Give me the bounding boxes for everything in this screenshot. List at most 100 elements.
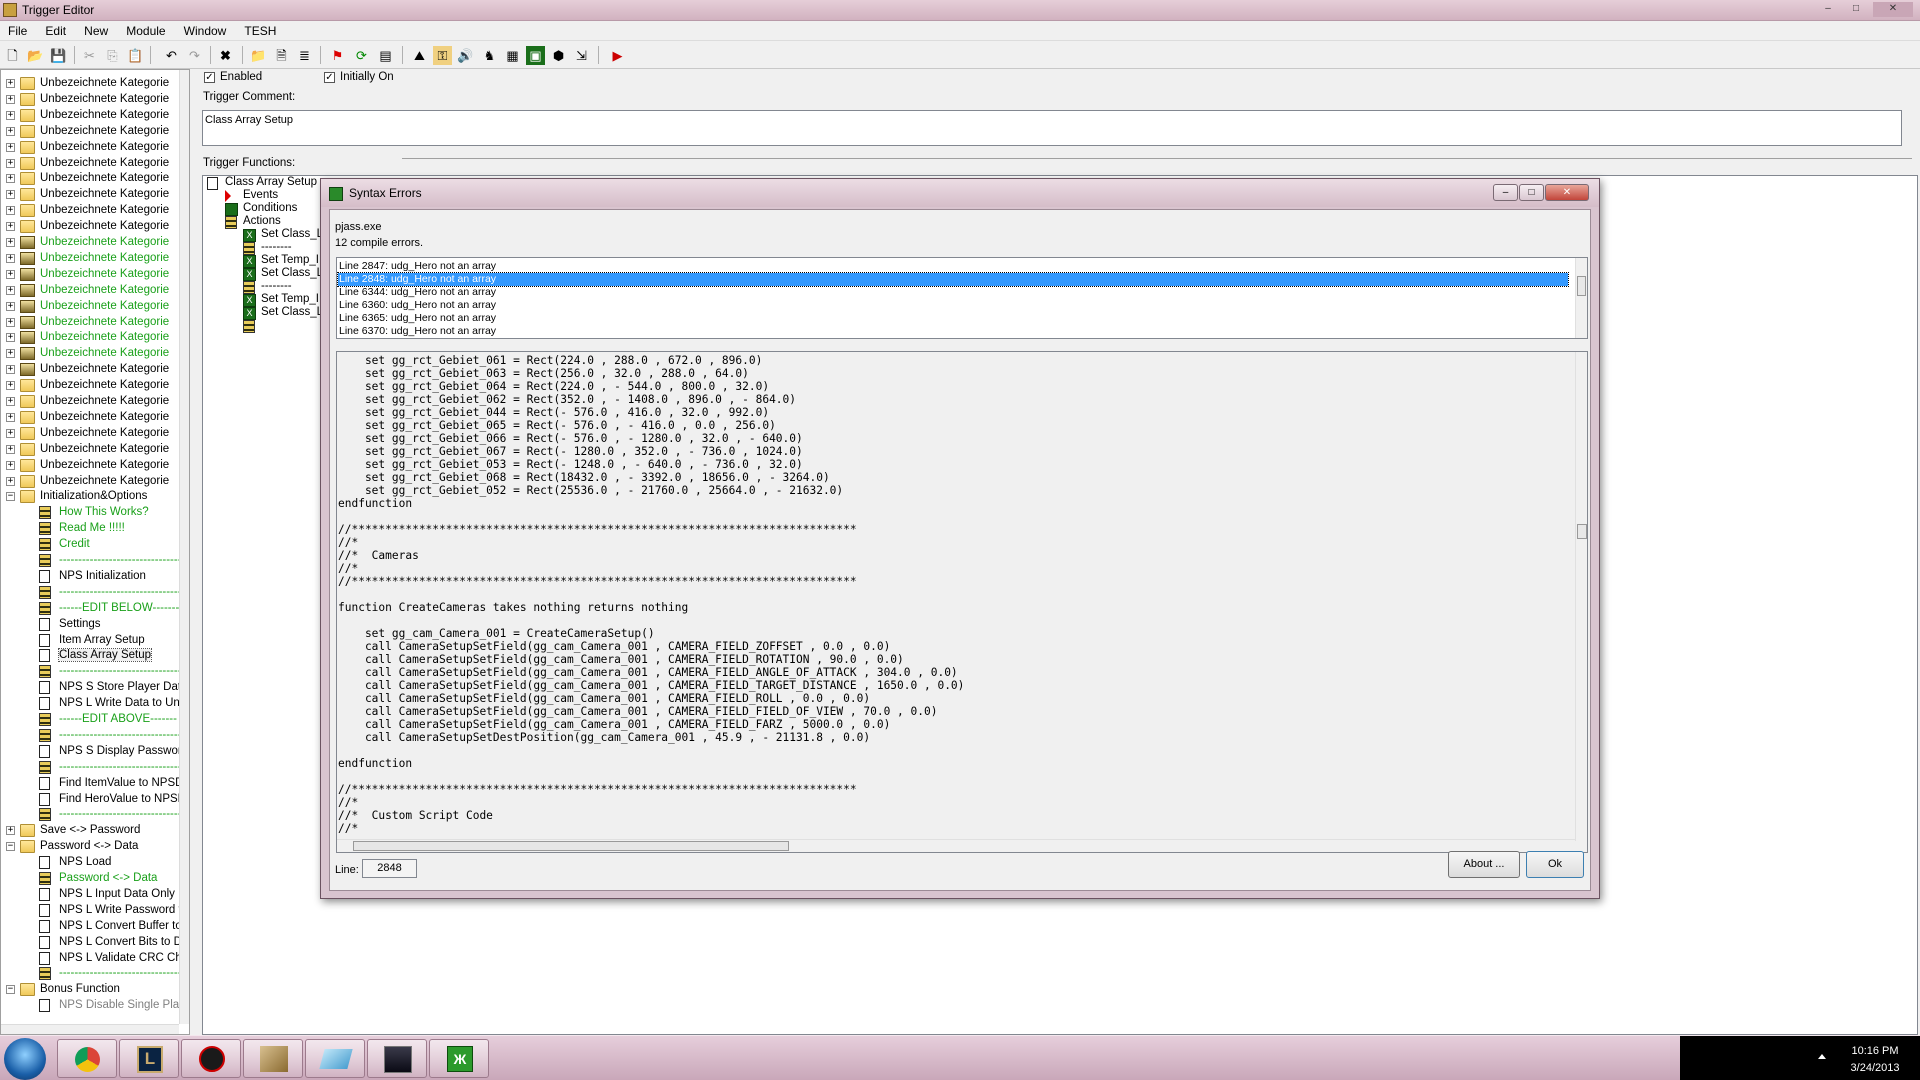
new-condition-icon[interactable]: ⟳ [352,46,371,65]
expand-icon[interactable]: + [6,826,15,836]
tree-item[interactable]: Password <-> Data [1,871,179,887]
expand-icon[interactable]: + [6,158,15,168]
expand-icon[interactable]: + [6,397,15,406]
new-event-icon[interactable]: ⚑ [328,46,347,65]
tree-item[interactable]: NPS Initialization [1,569,179,585]
tree-item[interactable]: + Unbezeichnete Kategorie [1,346,179,362]
tree-item[interactable]: + Unbezeichnete Kategorie [1,362,179,378]
menu-window[interactable]: Window [176,21,234,41]
expand-icon[interactable]: + [6,126,15,136]
expand-icon[interactable]: + [6,301,15,311]
campaign-editor-icon[interactable]: ▦ [503,46,522,65]
taskbar-chrome[interactable] [57,1039,117,1078]
taskbar-league[interactable]: L [119,1039,179,1078]
tree-item[interactable]: + Unbezeichnete Kategorie [1,474,179,490]
collapse-icon[interactable]: − [6,985,15,995]
expand-icon[interactable]: + [6,142,15,152]
ai-editor-icon[interactable]: ▣ [526,46,545,65]
expand-icon[interactable]: + [6,190,15,200]
error-list[interactable]: Line 2847: udg_Hero not an array Line 284… [336,257,1588,339]
maximize-button[interactable]: □ [1845,2,1867,17]
expand-icon[interactable]: + [6,381,15,391]
tree-item[interactable]: NPS S Display Password [1,744,188,760]
tree-item[interactable]: NPS Load [1,855,179,871]
expand-icon[interactable]: + [6,476,15,486]
code-horizontal-scrollbar[interactable] [337,839,1575,852]
tree-item[interactable]: + Unbezeichnete Kategorie [1,458,179,474]
tree-item[interactable]: -------------------------------- [1,585,182,601]
expand-icon[interactable]: + [6,79,15,88]
close-button[interactable]: ✕ [1873,2,1913,17]
expand-icon[interactable]: + [6,206,15,216]
new-category-icon[interactable]: 📁 [249,46,268,65]
tree-item[interactable]: -------------------------------- [1,553,182,569]
taskbar-jass-helper[interactable]: Ж [429,1039,489,1078]
tree-item[interactable]: ------EDIT BELOW------- [1,601,179,617]
tree-item[interactable]: NPS L Write Password to [1,903,188,919]
expand-icon[interactable]: + [6,349,15,359]
error-item[interactable]: Line 6360: udg_Hero not an array [338,299,1568,312]
expand-icon[interactable]: + [6,269,15,279]
taskbar-game-client[interactable] [181,1039,241,1078]
tree-vertical-scrollbar[interactable] [179,70,189,1024]
tree-item[interactable]: -------------------------------- [1,966,182,982]
expand-icon[interactable]: + [6,174,15,184]
tree-item[interactable]: -------------------------------- [1,760,182,776]
tree-item[interactable]: Read Me !!!!! [1,521,179,537]
menu-edit[interactable]: Edit [37,21,73,41]
expand-icon[interactable]: + [6,222,15,232]
tree-item[interactable]: + Unbezeichnete Kategorie [1,203,179,219]
tree-item[interactable]: Item Array Setup [1,633,179,649]
error-item[interactable]: Line 6365: udg_Hero not an array [338,312,1568,325]
tree-item[interactable]: + Unbezeichnete Kategorie [1,156,179,172]
trigger-tree[interactable]: + Unbezeichnete Kategorie + Unbezeichnete K… [0,69,190,1035]
undo-icon[interactable]: ↶ [162,46,181,65]
tree-item[interactable]: + Unbezeichnete Kategorie [1,235,179,251]
tree-item[interactable]: Class Array Setup [1,648,179,664]
tree-item[interactable]: + Unbezeichnete Kategorie [1,378,179,394]
tree-item[interactable]: NPS L Validate CRC Che [1,951,188,967]
collapse-icon[interactable]: − [6,492,15,502]
tree-item[interactable]: + Unbezeichnete Kategorie [1,171,179,187]
tree-item[interactable]: − Initialization&Options [1,489,179,505]
expand-icon[interactable]: + [6,460,15,470]
tree-item[interactable]: + Unbezeichnete Kategorie [1,315,179,331]
dialog-close-button[interactable]: ✕ [1545,184,1589,201]
expand-icon[interactable]: + [6,238,15,247]
tree-item[interactable]: NPS S Store Player Data [1,680,187,696]
menu-module[interactable]: Module [118,21,172,41]
sound-editor-icon[interactable]: 🔊 [456,46,475,65]
error-item[interactable]: Line 6344: udg_Hero not an array [338,286,1568,299]
tree-item[interactable]: Settings [1,617,179,633]
line-number-field[interactable]: 2848 [362,859,417,878]
tree-item[interactable]: + Unbezeichnete Kategorie [1,219,179,235]
tree-item[interactable]: -------------------------------- [1,664,182,680]
cut-icon[interactable]: ✂ [80,46,99,65]
code-vertical-scrollbar[interactable] [1575,352,1587,841]
tree-item[interactable]: -------------------------------- [1,728,182,744]
tree-item[interactable]: + Unbezeichnete Kategorie [1,92,179,108]
show-hidden-icons-icon[interactable] [1818,1054,1826,1059]
error-item[interactable]: Line 2848: udg_Hero not an array [337,272,1569,287]
clock-time[interactable]: 10:16 PM [1845,1045,1905,1057]
tree-item[interactable]: NPS L Input Data Only [1,887,179,903]
tree-item[interactable]: + Unbezeichnete Kategorie [1,251,179,267]
code-text[interactable]: set gg_rct_Gebiet_061 = Rect(224.0 , 288… [338,354,1568,834]
redo-icon[interactable]: ↷ [185,46,204,65]
expand-icon[interactable]: + [6,94,15,104]
tree-item[interactable]: NPS L Write Data to Unit [1,696,186,712]
tree-item[interactable]: + Unbezeichnete Kategorie [1,187,179,203]
trigger-comment-field[interactable]: Class Array Setup [202,110,1902,146]
object-editor-icon[interactable]: ♞ [480,46,499,65]
tree-item[interactable]: Credit [1,537,179,553]
paste-icon[interactable]: 📋 [126,46,145,65]
expand-icon[interactable]: + [6,110,15,120]
clock-date[interactable]: 3/24/2013 [1845,1062,1905,1074]
tree-item[interactable]: How This Works? [1,505,179,521]
taskbar-warcraft[interactable] [367,1039,427,1078]
tree-item[interactable]: ------EDIT ABOVE------- [1,712,179,728]
new-comment-icon[interactable]: ≣ [295,46,314,65]
test-map-icon[interactable]: ▶ [608,46,627,65]
expand-icon[interactable]: + [6,317,15,327]
tree-item[interactable]: + Unbezeichnete Kategorie [1,299,179,315]
